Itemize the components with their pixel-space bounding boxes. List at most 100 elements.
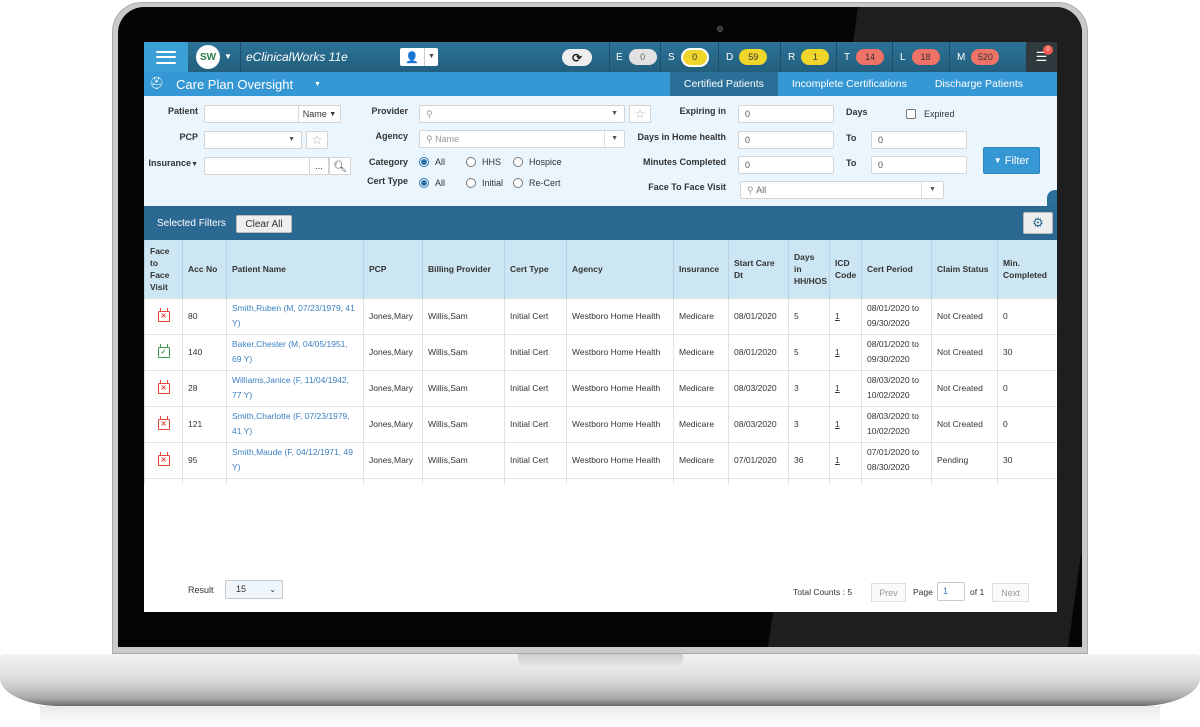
- table-row[interactable]: ✓ 140 Baker,Chester (M, 04/05/1951, 69 Y) J…: [144, 333, 1057, 371]
- next-page-button[interactable]: Next: [992, 583, 1029, 602]
- minutes-to-input[interactable]: 0: [871, 156, 967, 174]
- prev-page-button[interactable]: Prev: [871, 583, 906, 602]
- tab-discharge-patients[interactable]: Discharge Patients: [921, 72, 1037, 96]
- table-row[interactable]: ✕ 95 Smith,Maude (F, 04/12/1971, 49 Y) Jone…: [144, 441, 1057, 479]
- calendar-check-icon: ✓: [157, 343, 170, 358]
- column-header[interactable]: PCP: [363, 240, 423, 298]
- tab-incomplete-certifications[interactable]: Incomplete Certifications: [778, 72, 921, 96]
- category-all-radio[interactable]: All: [419, 157, 445, 167]
- days-label: Days: [846, 107, 868, 117]
- icd-code-link[interactable]: 1: [829, 405, 862, 443]
- chevron-down-icon[interactable]: ▼: [314, 81, 321, 88]
- icd-code-link[interactable]: 1: [829, 441, 862, 479]
- jellybean-s[interactable]: S0: [668, 42, 709, 72]
- insurance-more-button[interactable]: ...: [309, 157, 329, 175]
- filter-panel: Patient Name ▼ PCP ▼ ☆ Insurance▼ ... 🔍︎…: [144, 96, 1057, 206]
- f2f-cell[interactable]: ✕: [144, 369, 183, 407]
- insurance-search-button[interactable]: 🔍︎: [329, 157, 351, 175]
- chevron-down-icon: ▼: [191, 161, 198, 168]
- cert-type-initial-radio[interactable]: Initial: [466, 178, 503, 188]
- jellybean-label: E: [616, 51, 623, 63]
- jellybean-r[interactable]: R1: [788, 42, 830, 72]
- jellybean-m[interactable]: M 520: [957, 42, 1000, 72]
- page-number-input[interactable]: 1: [937, 582, 965, 601]
- patient-name-link[interactable]: Baker,Chester (M, 04/05/1951, 69 Y): [226, 333, 364, 371]
- menu-button[interactable]: [144, 42, 188, 72]
- results-per-page-select[interactable]: 15 ⌄: [225, 580, 283, 599]
- settings-button[interactable]: ⚙: [1023, 212, 1053, 234]
- chevron-down-icon[interactable]: ▼: [424, 48, 438, 66]
- pcp-dropdown[interactable]: ▼: [204, 131, 302, 149]
- patient-search-mode-dropdown[interactable]: Name ▼: [298, 105, 341, 123]
- table-header-row: Face to Face Visit Acc No Patient Name PCP B…: [144, 240, 1057, 298]
- cert-type-all-radio[interactable]: All: [419, 178, 445, 188]
- patient-name-link[interactable]: Williams,Janice (F, 11/04/1942, 77 Y): [226, 369, 364, 407]
- jellybean-e[interactable]: E0: [616, 42, 657, 72]
- f2f-cell[interactable]: ✕: [144, 297, 183, 335]
- provider-dropdown[interactable]: ⚲ ▼: [419, 105, 625, 123]
- insurance-label[interactable]: Insurance▼: [144, 158, 198, 168]
- column-header[interactable]: Agency: [566, 240, 674, 298]
- agency-dropdown[interactable]: ⚲ Name ▼: [419, 130, 625, 148]
- expiring-input[interactable]: 0: [738, 105, 834, 123]
- refresh-button[interactable]: ⟳: [562, 49, 592, 66]
- user-avatar[interactable]: SW: [196, 45, 220, 69]
- patient-name-link[interactable]: Smith,Maude (F, 04/12/1971, 49 Y): [226, 441, 364, 479]
- column-header[interactable]: Start Care Dt: [728, 240, 789, 298]
- column-header[interactable]: ICD Code: [829, 240, 862, 298]
- module-title[interactable]: Care Plan Oversight: [176, 77, 293, 92]
- jellybean-t[interactable]: T 14: [844, 42, 885, 72]
- column-header[interactable]: Cert Period: [861, 240, 932, 298]
- icd-code-link[interactable]: 1: [829, 333, 862, 371]
- patient-name-link[interactable]: Smith,Charlotte (F, 07/23/1979, 41 Y): [226, 405, 364, 443]
- notifications-button[interactable]: ☰ 0: [1026, 42, 1057, 72]
- tab-certified-patients[interactable]: Certified Patients: [669, 72, 778, 96]
- icd-code-link[interactable]: 1: [829, 297, 862, 335]
- minutes-from-input[interactable]: 0: [738, 156, 834, 174]
- column-header[interactable]: Acc No: [182, 240, 227, 298]
- result-label: Result: [188, 585, 214, 595]
- laptop-notch: [518, 654, 683, 668]
- patient-name-link[interactable]: Smith,Ruben (M, 07/23/1979, 41 Y): [226, 297, 364, 335]
- collapse-filters-toggle[interactable]: [1047, 190, 1057, 206]
- category-hhs-radio[interactable]: HHS: [466, 157, 501, 167]
- pcp-favorite-button[interactable]: ☆: [306, 131, 328, 149]
- patient-input[interactable]: [204, 105, 299, 123]
- table-row[interactable]: ✕ 121 Smith,Charlotte (F, 07/23/1979, 41 Y…: [144, 405, 1057, 443]
- f2f-cell[interactable]: ✕: [144, 441, 183, 479]
- f2f-cell[interactable]: ✓: [144, 333, 183, 371]
- provider-label: Provider: [371, 106, 408, 116]
- days-hh-from-input[interactable]: 0: [738, 131, 834, 149]
- chevron-down-icon[interactable]: ▼: [224, 52, 232, 61]
- f2f-dropdown[interactable]: ⚲ All ▼: [740, 181, 944, 199]
- clear-all-button[interactable]: Clear All: [236, 215, 292, 233]
- category-hospice-radio[interactable]: Hospice: [513, 157, 562, 167]
- cert-type-recert-radio[interactable]: Re-Cert: [513, 178, 561, 188]
- days-hh-label: Days in Home health: [637, 132, 726, 142]
- column-header[interactable]: Min. Completed: [997, 240, 1057, 298]
- column-header[interactable]: Claim Status: [931, 240, 998, 298]
- column-header[interactable]: Days in HH/HOS: [788, 240, 830, 298]
- patient-lookup-button[interactable]: 👤 ▼: [400, 48, 438, 66]
- cert-period-cell: 08/03/2020 to 10/02/2020: [861, 405, 932, 443]
- jellybean-l[interactable]: L 18: [900, 42, 940, 72]
- f2f-cell[interactable]: ✕: [144, 405, 183, 443]
- column-header[interactable]: Face to Face Visit: [144, 240, 183, 298]
- table-row[interactable]: ✕ 80 Smith,Ruben (M, 07/23/1979, 41 Y) Jone…: [144, 297, 1057, 335]
- column-header[interactable]: Cert Type: [504, 240, 567, 298]
- expired-checkbox[interactable]: Expired: [906, 109, 955, 119]
- calendar-x-icon: ✕: [157, 451, 170, 466]
- icd-code-link[interactable]: 1: [829, 369, 862, 407]
- table-row[interactable]: ✕ 28 Williams,Janice (F, 11/04/1942, 77 Y)…: [144, 369, 1057, 407]
- star-icon: ☆: [311, 133, 323, 147]
- column-header[interactable]: Insurance: [673, 240, 729, 298]
- insurance-input[interactable]: [204, 157, 309, 175]
- claim-status-cell: Not Created: [931, 333, 998, 371]
- cert-type-cell: Initial Cert: [504, 441, 567, 479]
- column-header[interactable]: Patient Name: [226, 240, 364, 298]
- f2f-label: Face To Face Visit: [648, 182, 726, 192]
- filter-button[interactable]: ▼ Filter: [983, 147, 1040, 174]
- days-hh-to-input[interactable]: 0: [871, 131, 967, 149]
- jellybean-d[interactable]: D 59: [726, 42, 768, 72]
- column-header[interactable]: Billing Provider: [422, 240, 505, 298]
